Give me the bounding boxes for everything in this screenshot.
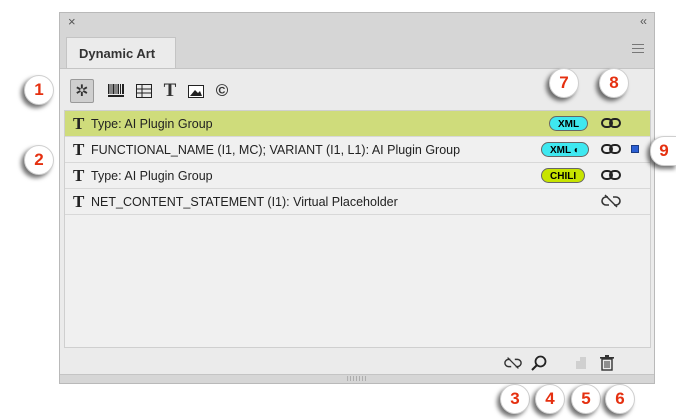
callout-3: 3 — [500, 384, 530, 414]
panel-menu-icon[interactable] — [632, 44, 644, 54]
new-page-icon[interactable] — [572, 354, 590, 372]
callout-6: 6 — [605, 384, 635, 414]
text-icon[interactable]: T — [158, 79, 182, 103]
dynamic-art-list: T Type: AI Plugin Group XML T FUNCTIONAL… — [64, 110, 651, 348]
panel-footer-toolbar — [60, 350, 654, 376]
tab-label: Dynamic Art — [79, 46, 156, 61]
gear-icon[interactable]: ✲ — [70, 79, 94, 103]
item-label: FUNCTIONAL_NAME (I1, MC); VARIANT (I1, L… — [91, 143, 461, 157]
link-icon[interactable] — [601, 143, 621, 155]
text-type-icon: T — [73, 192, 85, 211]
callout-1: 1 — [24, 75, 54, 105]
xml-badge[interactable]: XML ◐ — [541, 142, 589, 157]
collapse-icon[interactable]: ‹‹ — [640, 14, 647, 28]
item-label: Type: AI Plugin Group — [91, 169, 213, 183]
link-icon[interactable] — [601, 117, 621, 129]
xml-badge[interactable]: XML — [549, 116, 589, 131]
unlink-icon[interactable] — [504, 354, 522, 372]
text-type-icon: T — [73, 166, 85, 185]
text-type-icon: T — [73, 140, 85, 159]
copyright-icon[interactable]: © — [210, 79, 234, 103]
callout-2: 2 — [24, 145, 54, 175]
callout-9: 9 — [650, 136, 676, 166]
close-icon[interactable]: × — [68, 14, 76, 29]
text-type-icon: T — [73, 114, 85, 133]
callout-7: 7 — [549, 68, 579, 98]
grip-marks: IIIIIII — [346, 376, 368, 383]
panel-tabbar: Dynamic Art — [60, 31, 654, 69]
callout-4: 4 — [535, 384, 565, 414]
image-icon[interactable] — [184, 79, 208, 103]
trash-icon[interactable] — [598, 354, 616, 372]
unlink-icon[interactable] — [601, 194, 621, 208]
link-icon[interactable] — [601, 169, 621, 181]
callout-8: 8 — [599, 68, 629, 98]
item-label: NET_CONTENT_STATEMENT (I1): Virtual Plac… — [91, 195, 398, 209]
list-item[interactable]: T Type: AI Plugin Group XML — [65, 111, 650, 137]
resize-grip[interactable]: IIIIIII — [60, 374, 654, 383]
list-item[interactable]: T NET_CONTENT_STATEMENT (I1): Virtual Pl… — [65, 189, 650, 215]
list-item[interactable]: T Type: AI Plugin Group CHILI — [65, 163, 650, 189]
table-icon[interactable] — [132, 79, 156, 103]
callout-5: 5 — [571, 384, 601, 414]
color-square-icon — [631, 145, 639, 153]
list-item[interactable]: T FUNCTIONAL_NAME (I1, MC); VARIANT (I1,… — [65, 137, 650, 163]
item-label: Type: AI Plugin Group — [91, 117, 213, 131]
barcode-icon[interactable] — [104, 79, 128, 103]
chili-badge[interactable]: CHILI — [541, 168, 586, 183]
panel-titlebar: × ‹‹ — [60, 13, 654, 32]
tab-dynamic-art[interactable]: Dynamic Art — [66, 37, 176, 68]
search-icon[interactable] — [530, 354, 548, 372]
